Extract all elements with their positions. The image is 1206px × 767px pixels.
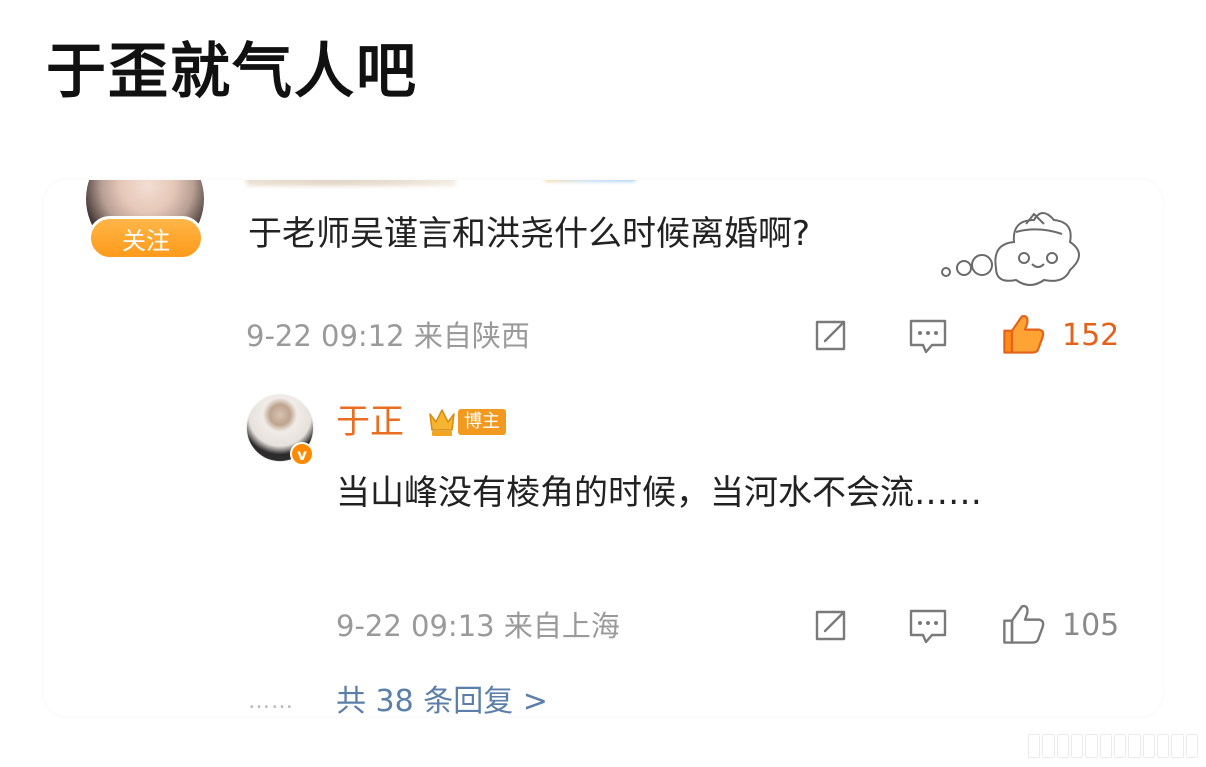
share-icon[interactable] [808, 314, 852, 358]
blogger-badge: 博主 [458, 409, 506, 435]
sticker-icon [941, 212, 1080, 286]
commenter-badge-cropped [542, 180, 638, 182]
comment-like-count: 152 [1062, 318, 1120, 353]
comment-icon[interactable] [906, 314, 950, 358]
comment-meta: 9-22 09:12 来自陕西 [246, 319, 530, 353]
comment-icon[interactable] [906, 604, 950, 648]
share-icon[interactable] [808, 604, 852, 648]
commenter-name-cropped [246, 180, 456, 186]
post-title: 于歪就气人吧 [46, 37, 418, 107]
reply-like-count: 105 [1062, 608, 1120, 643]
thumbs-up-icon[interactable] [1000, 600, 1048, 648]
watermark [1028, 733, 1198, 759]
reply-text: 当山峰没有棱角的时候，当河水不会流…… [336, 473, 982, 513]
comment-text: 于老师吴谨言和洪尧什么时候离婚啊? [248, 214, 811, 254]
verified-icon: v [290, 442, 314, 466]
thumbs-up-icon[interactable] [1000, 310, 1048, 358]
reply-author-name[interactable]: 于正 [336, 400, 404, 444]
more-replies-dots: …… [248, 689, 294, 714]
more-replies-link[interactable]: 共 38 条回复 > [336, 680, 548, 716]
comment-screenshot: 关注 于老师吴谨言和洪尧什么时候离婚啊? 9-22 09:12 来自陕西 152… [44, 180, 1162, 716]
reply-meta: 9-22 09:13 来自上海 [336, 609, 620, 643]
follow-button[interactable]: 关注 [88, 216, 204, 260]
